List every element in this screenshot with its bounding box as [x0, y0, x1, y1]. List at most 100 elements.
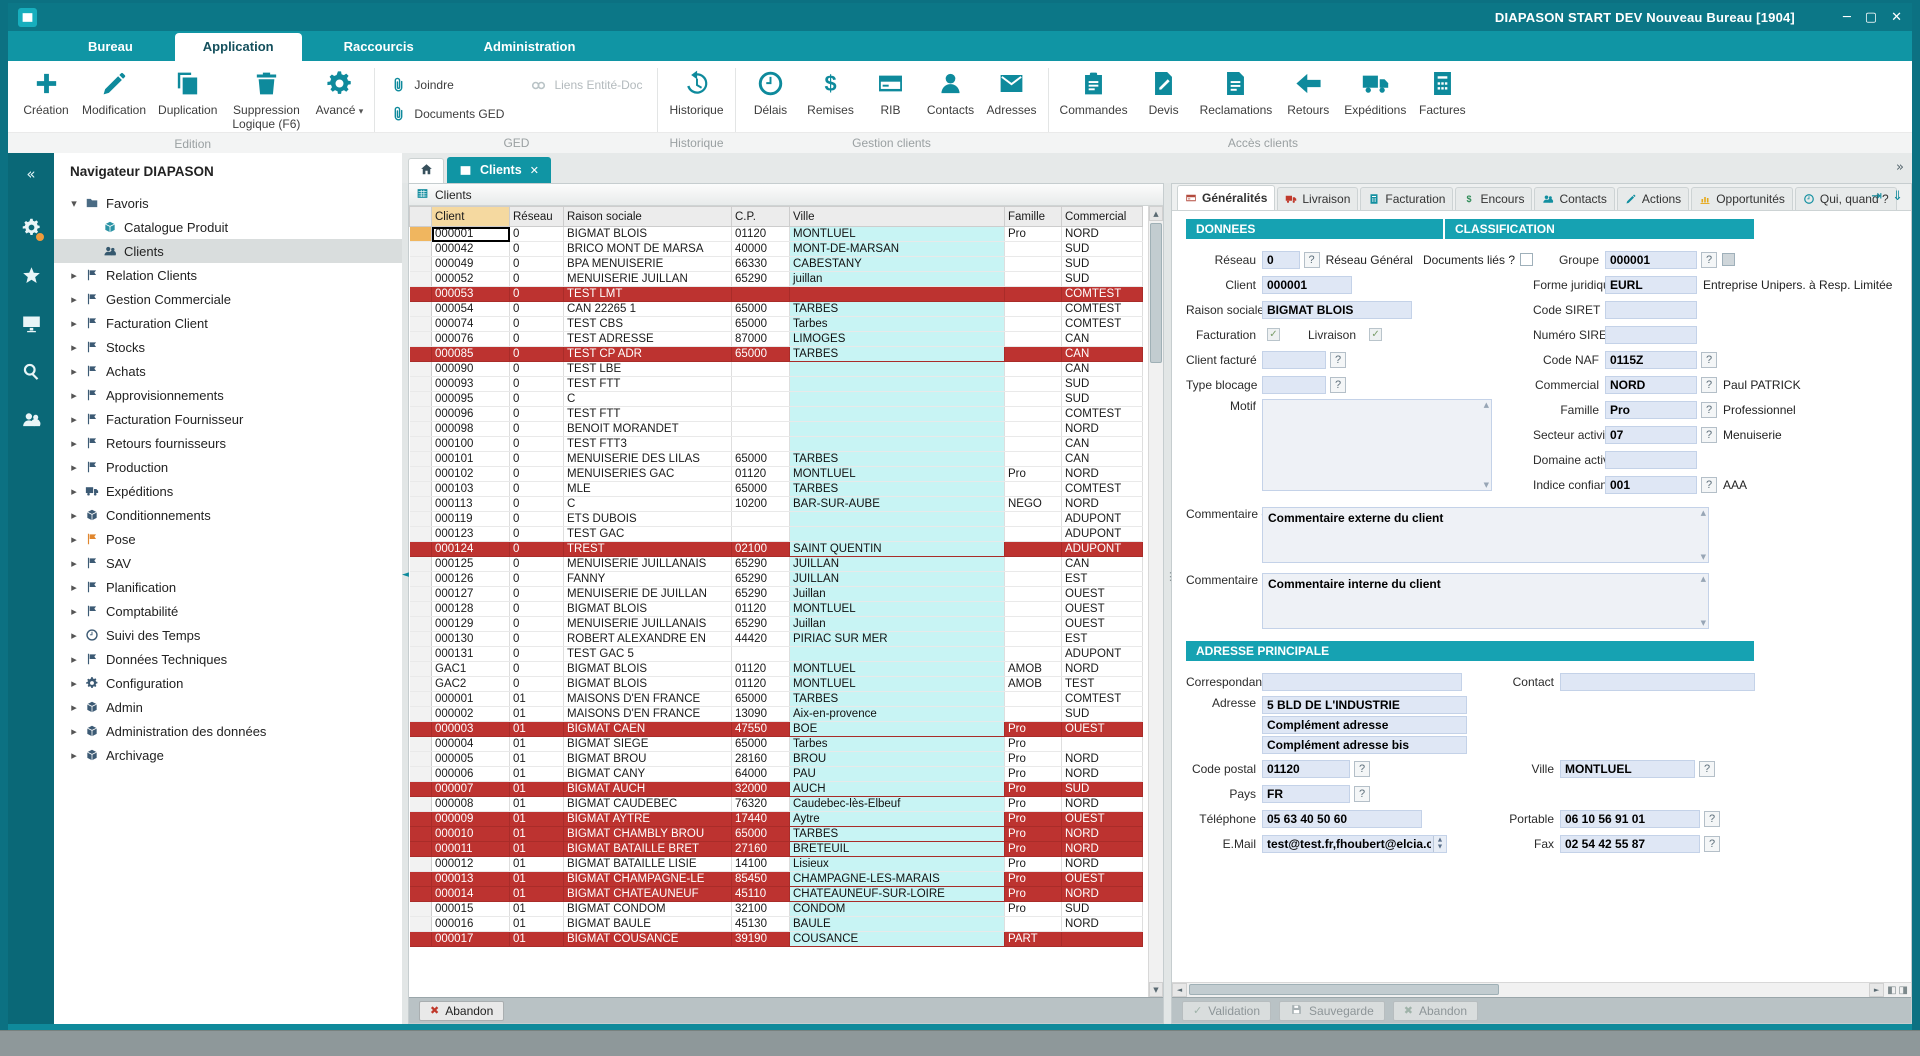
home-tab[interactable] [408, 158, 444, 183]
sauvegarde-button[interactable]: Sauvegarde [1279, 1001, 1385, 1021]
domaine-activite-field[interactable] [1605, 451, 1697, 469]
sidebar-item-administration-des-donnees[interactable]: ▸Administration des données [54, 719, 402, 743]
secteur-activite-help-button[interactable]: ? [1701, 427, 1717, 443]
numero-siren-field[interactable] [1605, 326, 1697, 344]
row-selector[interactable] [410, 647, 432, 662]
scroll-up-button[interactable]: ▲ [1149, 206, 1163, 221]
client-row-000012-bigmat-bataille-lisie[interactable]: 00001201BIGMAT BATAILLE LISIE14100Lisieu… [410, 857, 1143, 872]
code-siret-field[interactable] [1605, 301, 1697, 319]
hscroll-thumb[interactable] [1189, 984, 1499, 995]
pays-help-button[interactable]: ? [1354, 786, 1370, 802]
client-row-000017-bigmat-cousance[interactable]: 00001701BIGMAT COUSANCE39190COUSANCEPART [410, 932, 1143, 947]
row-selector[interactable] [410, 557, 432, 572]
motif-textarea[interactable] [1262, 399, 1492, 491]
scroll-left-button[interactable]: ◄ [1172, 983, 1187, 997]
client-row-000010-bigmat-chambly-brou[interactable]: 00001001BIGMAT CHAMBLY BROU65000TARBESPr… [410, 827, 1143, 842]
famille-field[interactable]: Pro [1605, 401, 1697, 419]
fax-field[interactable]: 02 54 42 55 87 [1560, 835, 1700, 853]
client-row-000126-fanny[interactable]: 0001260FANNY65290JUILLANEST [410, 572, 1143, 587]
sidebar-item-facturation-fournisseur[interactable]: ▸Facturation Fournisseur [54, 407, 402, 431]
client-row-000011-bigmat-bataille-bret[interactable]: 00001101BIGMAT BATAILLE BRET27160BRETEUI… [410, 842, 1143, 857]
row-selector[interactable] [410, 812, 432, 827]
collapse-navigator-button[interactable]: « [26, 165, 35, 183]
scroll-track[interactable] [1149, 221, 1163, 982]
secteur-activite-field[interactable]: 07 [1605, 426, 1697, 444]
sidebar-item-admin[interactable]: ▸Admin [54, 695, 402, 719]
adresse-line3-field[interactable]: Complément adresse bis [1262, 736, 1467, 754]
sidebar-item-suivi-des-temps[interactable]: ▸Suivi des Temps [54, 623, 402, 647]
detail-splitter[interactable]: ⋮ [1164, 183, 1171, 1024]
detail-tab-encours[interactable]: $Encours [1455, 187, 1532, 210]
tab-overflow-button[interactable]: » [1896, 160, 1904, 175]
collapse-arrow-icon[interactable]: ◄ [402, 570, 409, 580]
client-row-000119-ets-dubois[interactable]: 0001190ETS DUBOISADUPONT [410, 512, 1143, 527]
row-selector[interactable] [410, 437, 432, 452]
sidebar-item-donnees-techniques[interactable]: ▸Données Techniques [54, 647, 402, 671]
contact-field[interactable] [1560, 673, 1755, 691]
scroll-down-button[interactable]: ▼ [1149, 982, 1163, 997]
sidebar-item-pose[interactable]: ▸Pose [54, 527, 402, 551]
client-row-000128-bigmat-blois[interactable]: 0001280BIGMAT BLOIS01120MONTLUELOUEST [410, 602, 1143, 617]
sidebar-item-clients[interactable]: Clients [54, 239, 402, 263]
email-spinner[interactable]: ▲ ▼ [1433, 836, 1446, 852]
groupe-help-button[interactable]: ? [1701, 252, 1717, 268]
spinner-down-icon[interactable]: ▼ [1438, 844, 1442, 851]
row-selector[interactable] [410, 332, 432, 347]
client-row-000129-menuiserie-juillanais[interactable]: 0001290MENUISERIE JUILLANAIS65290Juillan… [410, 617, 1143, 632]
sidebar-item-retours-fournisseurs[interactable]: ▸Retours fournisseurs [54, 431, 402, 455]
row-selector[interactable] [410, 917, 432, 932]
fax-help-button[interactable]: ? [1704, 836, 1720, 852]
client-row-000076-test-adresse[interactable]: 0000760TEST ADRESSE87000LIMOGESCAN [410, 332, 1143, 347]
menu-tab-bureau[interactable]: Bureau [60, 33, 161, 61]
menu-tab-raccourcis[interactable]: Raccourcis [316, 33, 442, 61]
indice-confiance-help-button[interactable]: ? [1701, 477, 1717, 493]
client-row-000013-bigmat-champagne-le[interactable]: 00001301BIGMAT CHAMPAGNE-LE85450CHAMPAGN… [410, 872, 1143, 887]
row-selector[interactable] [410, 512, 432, 527]
portable-help-button[interactable]: ? [1704, 811, 1720, 827]
row-selector[interactable] [410, 767, 432, 782]
client-row-000131-test-gac-5[interactable]: 0001310TEST GAC 5ADUPONT [410, 647, 1143, 662]
client-row-000015-bigmat-condom[interactable]: 00001501BIGMAT CONDOM32100CONDOMProSUD [410, 902, 1143, 917]
sidebar-item-achats[interactable]: ▸Achats [54, 359, 402, 383]
column-header-commercial[interactable]: Commercial [1062, 207, 1143, 227]
row-selector[interactable] [410, 347, 432, 362]
client-row-000113-c[interactable]: 0001130C10200BAR-SUR-AUBENEGONORD [410, 497, 1143, 512]
ribbon-button-rib[interactable]: RIB [861, 66, 921, 121]
ribbon-button-adresses[interactable]: Adresses [981, 66, 1043, 121]
ribbon-button-reclamations[interactable]: Reclamations [1194, 66, 1279, 121]
row-selector[interactable] [410, 497, 432, 512]
column-header-raison-sociale[interactable]: Raison sociale [564, 207, 732, 227]
ribbon-button-duplication[interactable]: Duplication [152, 66, 223, 121]
row-selector[interactable] [410, 707, 432, 722]
client-row-000095-c[interactable]: 0000950CSUD [410, 392, 1143, 407]
ribbon-button-retours[interactable]: Retours [1278, 66, 1338, 121]
row-selector[interactable] [410, 632, 432, 647]
client-row-000001-bigmat-blois[interactable]: 0000010BIGMAT BLOIS01120MONTLUELProNORD [410, 227, 1143, 242]
ribbon-button-modification[interactable]: Modification [76, 66, 152, 121]
sidebar-item-stocks[interactable]: ▸Stocks [54, 335, 402, 359]
detail-tab-opportunites[interactable]: Opportunités [1691, 187, 1793, 210]
adresse-line2-field[interactable]: Complément adresse [1262, 716, 1467, 734]
row-selector[interactable] [410, 737, 432, 752]
detail-abandon-button[interactable]: ✖ Abandon [1393, 1001, 1478, 1021]
sidebar-item-production[interactable]: ▸Production [54, 455, 402, 479]
column-header-reseau[interactable]: Réseau [510, 207, 564, 227]
validation-button[interactable]: ✓ Validation [1182, 1001, 1271, 1021]
client-row-000053-test-lmt[interactable]: 0000530TEST LMTCOMTEST [410, 287, 1143, 302]
row-selector[interactable] [410, 422, 432, 437]
raison-sociale-field[interactable]: BIGMAT BLOIS [1262, 301, 1412, 319]
row-selector[interactable] [410, 452, 432, 467]
adresse-line1-field[interactable]: 5 BLD DE L'INDUSTRIE [1262, 696, 1467, 714]
ribbon-button-suppression-logique-f6[interactable]: Suppression Logique (F6) [223, 66, 309, 135]
scroll-right-button[interactable]: ► [1869, 983, 1884, 997]
row-selector[interactable] [410, 317, 432, 332]
groupe-option-checkbox[interactable] [1722, 253, 1735, 266]
code-postal-field[interactable]: 01120 [1262, 760, 1350, 778]
livraison-checkbox[interactable]: ✓ [1369, 328, 1382, 341]
detail-tab-facturation[interactable]: Facturation [1360, 187, 1453, 210]
client-row-000103-mle[interactable]: 0001030MLE65000TARBESCOMTEST [410, 482, 1143, 497]
favorites-star-icon[interactable] [21, 265, 42, 289]
row-selector[interactable] [410, 542, 432, 557]
row-selector[interactable] [410, 572, 432, 587]
portable-field[interactable]: 06 10 56 91 01 [1560, 810, 1700, 828]
